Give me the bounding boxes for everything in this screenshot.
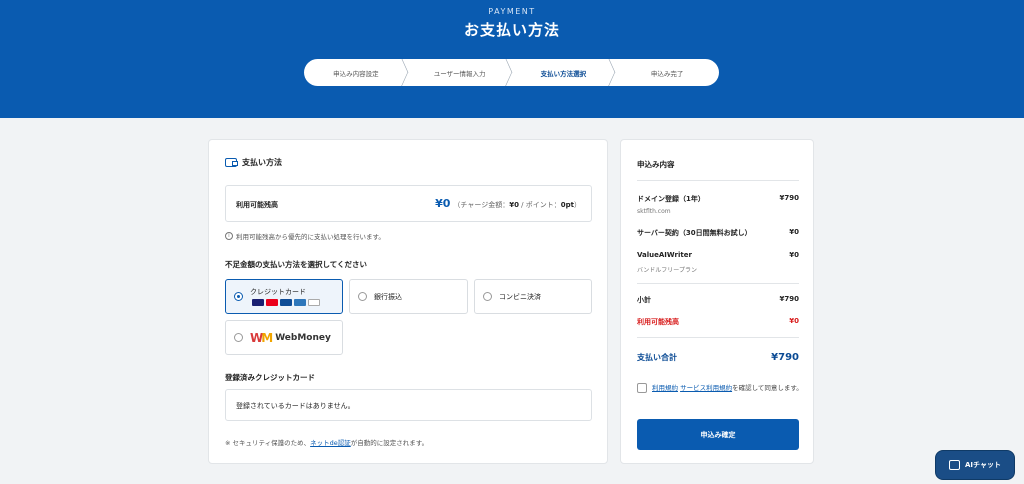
divider: [637, 180, 799, 181]
header-eyebrow: PAYMENT: [488, 7, 536, 16]
jcb-icon: [280, 299, 292, 306]
radio[interactable]: [358, 292, 367, 301]
webmoney-icon: WM: [250, 330, 273, 345]
ai-chat-button[interactable]: AIチャット: [935, 450, 1015, 480]
summary-title: 申込み内容: [637, 160, 675, 169]
step-4: 申込み完了: [650, 69, 684, 78]
balance-value: ¥0: [435, 197, 451, 210]
terms-link[interactable]: 利用規約: [652, 384, 678, 392]
payment-section-title: 支払い方法: [225, 157, 282, 168]
divider: [637, 283, 799, 284]
chevron-right-icon: [393, 59, 408, 86]
chevron-right-icon: [497, 59, 512, 86]
terms-checkbox[interactable]: [637, 383, 647, 393]
balance-amount: ¥0 （チャージ金額：¥0 / ポイント：0pt）: [435, 197, 581, 210]
diners-icon: [308, 299, 320, 306]
info-icon: i: [225, 232, 233, 240]
service-terms-link[interactable]: サービス利用規約: [680, 384, 732, 392]
balance-box: 利用可能残高 ¥0 （チャージ金額：¥0 / ポイント：0pt）: [225, 185, 592, 222]
summary-item-domain: ドメイン登録（1年） ¥790: [637, 194, 799, 203]
order-summary-card: 申込み内容 ドメイン登録（1年） ¥790 sktflth.com サーバー契約（…: [620, 139, 814, 464]
card-brand-logos: [252, 299, 320, 306]
method-convenience-store[interactable]: コンビニ決済: [474, 279, 592, 314]
subtotal-row: 小計 ¥790: [637, 295, 799, 304]
page-header: PAYMENT お支払い方法 申込み内容設定 ユーザー情報入力 支払い方法選択 …: [0, 0, 1024, 118]
domain-name: sktflth.com: [637, 208, 671, 215]
no-card-message: 登録されているカードはありません。: [225, 389, 592, 421]
radio-selected[interactable]: [234, 292, 243, 301]
divider: [637, 337, 799, 338]
balance-row: 利用可能残高 ¥0: [637, 317, 799, 326]
method-label: クレジットカード: [250, 288, 306, 296]
balance-label: 利用可能残高: [236, 201, 278, 209]
net-de-auth-link[interactable]: ネットde認証: [310, 439, 351, 447]
summary-item-writer: ValueAIWriter ¥0: [637, 251, 799, 259]
page-title: お支払い方法: [463, 21, 560, 39]
visa-icon: [252, 299, 264, 306]
terms-agreement: 利用規約 サービス利用規約を確認して同意します。: [637, 382, 803, 394]
method-label: 銀行振込: [374, 292, 402, 301]
step-2: ユーザー情報入力: [408, 59, 512, 86]
balance-note: i 利用可能残高から優先的に支払い処理を行います。: [225, 231, 385, 241]
radio[interactable]: [483, 292, 492, 301]
step-3-current: 支払い方法選択: [512, 59, 616, 86]
amex-icon: [294, 299, 306, 306]
chat-icon: [949, 460, 961, 470]
step-1: 申込み内容設定: [304, 59, 408, 86]
progress-stepper: 申込み内容設定 ユーザー情報入力 支払い方法選択 申込み完了: [304, 59, 719, 86]
summary-item-server: サーバー契約（30日間無料お試し） ¥0: [637, 228, 799, 237]
writer-plan: バンドルフリープラン: [637, 267, 697, 274]
method-webmoney[interactable]: WM WebMoney: [225, 320, 343, 355]
confirm-button[interactable]: 申込み確定: [637, 419, 799, 450]
chevron-right-icon: [601, 59, 616, 86]
mastercard-icon: [266, 299, 278, 306]
registered-card-heading: 登録済みクレジットカード: [225, 373, 315, 382]
wallet-icon: [225, 158, 238, 167]
payment-method-card: 支払い方法 利用可能残高 ¥0 （チャージ金額：¥0 / ポイント：0pt） i…: [208, 139, 608, 464]
method-heading: 不足金額の支払い方法を選択してください: [225, 260, 368, 269]
method-bank-transfer[interactable]: 銀行振込: [349, 279, 468, 314]
method-label: コンビニ決済: [499, 292, 541, 301]
method-credit-card[interactable]: クレジットカード: [225, 279, 343, 314]
security-footnote: ※ セキュリティ保護のため、ネットde認証が自動的に設定されます。: [225, 439, 429, 447]
radio[interactable]: [234, 333, 243, 342]
webmoney-logo: WM WebMoney: [250, 330, 331, 345]
total-row: 支払い合計 ¥790: [637, 352, 799, 363]
